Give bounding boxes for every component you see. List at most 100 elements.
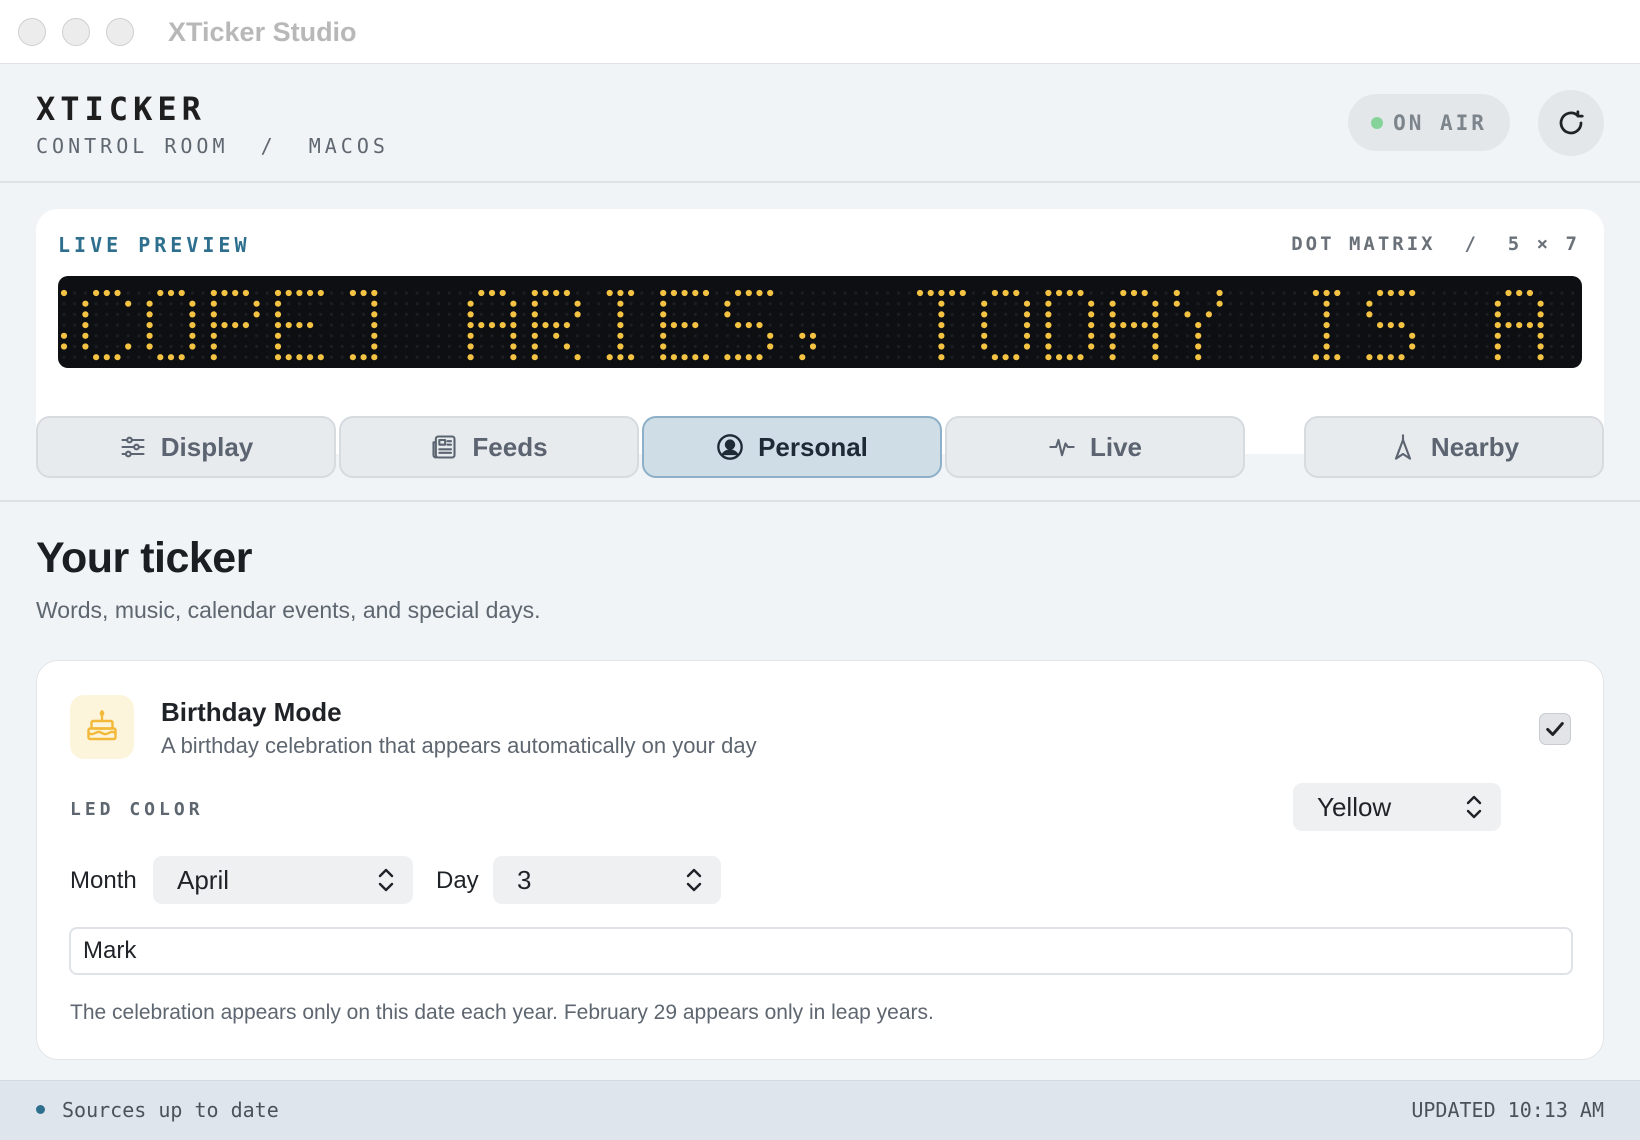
led-dot-off: [725, 334, 730, 338]
led-dot-lit: [307, 289, 314, 297]
led-dot-off: [640, 323, 644, 327]
led-dot-lit: [735, 322, 742, 329]
led-dot-off: [790, 344, 794, 349]
led-dot-lit: [563, 322, 570, 329]
led-dot-lit: [296, 354, 303, 361]
led-dot-off: [1389, 312, 1393, 316]
led-dot-lit: [617, 343, 624, 350]
led-dot-off: [1271, 302, 1275, 306]
birthday-name-input[interactable]: [69, 927, 1573, 975]
led-dot-off: [672, 312, 676, 316]
led-dot-lit: [349, 354, 356, 361]
led-dot-lit: [660, 332, 667, 339]
tab-feeds[interactable]: Feeds: [339, 416, 639, 478]
led-dot-off: [383, 323, 387, 327]
led-dot-off: [597, 323, 601, 327]
led-dot-off: [319, 302, 323, 306]
led-dot-off: [180, 302, 184, 306]
led-dot-off: [747, 302, 751, 306]
led-dot-off: [458, 344, 462, 349]
led-dot-off: [597, 355, 601, 359]
led-dot-off: [1485, 312, 1489, 316]
led-dot-off: [576, 291, 580, 295]
led-dot-off: [426, 355, 430, 359]
minimize-window-button[interactable]: [62, 18, 90, 46]
led-dot-lit: [371, 300, 378, 307]
led-dot-off: [1121, 334, 1125, 338]
led-dot-off: [918, 312, 922, 316]
led-dot-lit: [1323, 354, 1330, 361]
led-dot-lit: [1409, 289, 1416, 297]
led-dot-lit: [1494, 311, 1501, 318]
tab-personal[interactable]: Personal: [642, 416, 942, 478]
led-dot-off: [907, 344, 911, 349]
led-dot-off: [490, 312, 494, 316]
led-dot-off: [447, 344, 451, 349]
led-dot-lit: [1045, 354, 1052, 361]
led-dot-off: [1506, 344, 1511, 349]
refresh-button[interactable]: [1538, 90, 1604, 156]
tab-display[interactable]: Display: [36, 416, 336, 478]
led-dot-off: [1207, 302, 1211, 306]
led-dot-lit: [167, 354, 175, 361]
led-dot-off: [1496, 291, 1500, 295]
led-dot-off: [1432, 355, 1436, 359]
led-dot-off: [180, 312, 184, 316]
led-dot-lit: [210, 311, 217, 318]
zoom-window-button[interactable]: [106, 18, 134, 46]
led-dot-lit: [702, 289, 710, 297]
led-dot-off: [1228, 334, 1232, 338]
led-dot-lit: [1312, 354, 1319, 361]
led-dot-off: [265, 323, 269, 327]
led-dot-lit: [1505, 289, 1512, 297]
on-air-badge: ON AIR: [1348, 94, 1510, 151]
led-dot-off: [1057, 323, 1061, 327]
close-window-button[interactable]: [18, 18, 46, 46]
led-dot-off: [1164, 291, 1168, 295]
led-dot-lit: [617, 300, 624, 307]
led-dot-off: [971, 291, 976, 295]
month-select[interactable]: April: [153, 856, 413, 904]
led-dot-lit: [317, 289, 324, 297]
led-dot-lit: [274, 354, 282, 361]
led-dot-off: [415, 302, 419, 306]
led-dot-off: [715, 302, 719, 306]
led-dot-lit: [189, 332, 196, 339]
led-dot-off: [1560, 291, 1564, 295]
led-dot-lit: [1152, 322, 1159, 329]
led-dot-off: [897, 291, 901, 295]
led-dot-off: [404, 312, 408, 316]
led-dot-lit: [1173, 289, 1180, 297]
led-dot-off: [811, 355, 815, 359]
led-dot-off: [1442, 302, 1446, 306]
birthday-mode-checkbox[interactable]: [1539, 713, 1571, 745]
led-dot-off: [1421, 334, 1425, 338]
led-dot-off: [319, 344, 323, 349]
day-select[interactable]: 3: [493, 856, 721, 904]
led-dot-off: [501, 344, 505, 349]
led-dot-off: [169, 312, 173, 316]
led-color-select[interactable]: Yellow: [1293, 783, 1501, 831]
led-dot-lit: [274, 289, 282, 297]
led-dot-off: [790, 291, 794, 295]
led-dot-off: [929, 302, 933, 306]
led-dot-off: [351, 334, 355, 338]
sliders-icon: [119, 433, 147, 461]
tab-live[interactable]: Live: [945, 416, 1245, 478]
led-dot-lit: [1323, 343, 1330, 350]
led-dot-lit: [767, 289, 774, 297]
led-dot-off: [1185, 302, 1190, 306]
led-dot-lit: [799, 354, 806, 361]
led-dot-off: [1132, 302, 1136, 306]
led-dot-off: [1132, 355, 1136, 359]
led-dot-lit: [467, 332, 474, 339]
led-dot-off: [565, 302, 569, 306]
led-dot-lit: [114, 289, 121, 297]
led-dot-off: [329, 323, 334, 327]
tab-nearby[interactable]: Nearby: [1304, 416, 1604, 478]
led-dot-off: [907, 334, 911, 338]
led-dot-lit: [1366, 311, 1373, 318]
led-dot-lit: [1494, 322, 1501, 329]
on-air-label: ON AIR: [1393, 110, 1487, 135]
led-color-value: Yellow: [1317, 791, 1392, 822]
